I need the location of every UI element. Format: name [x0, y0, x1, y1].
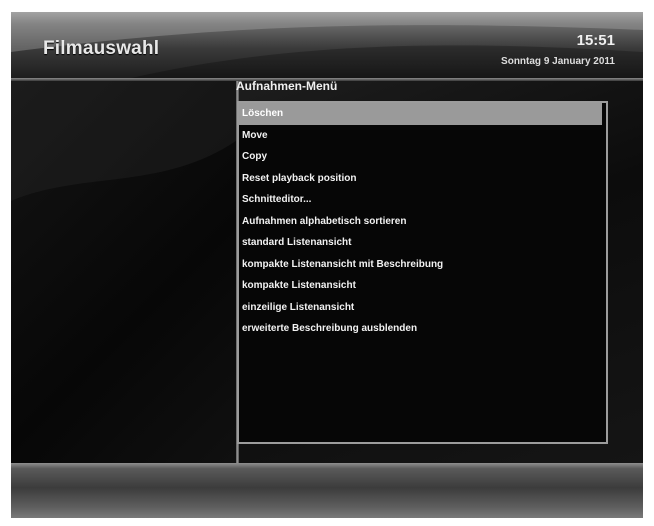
menu-item-standard-list-view[interactable]: standard Listenansicht	[239, 232, 602, 254]
clock-date: Sonntag 9 January 2011	[501, 56, 615, 67]
menu-item-reset-playback[interactable]: Reset playback position	[239, 168, 602, 190]
menu-item-copy[interactable]: Copy	[239, 146, 602, 168]
menu-item-hide-extended-description[interactable]: erweiterte Beschreibung ausblenden	[239, 318, 602, 340]
menu-title: Aufnahmen-Menü	[236, 79, 338, 93]
menu-item-single-line-view[interactable]: einzeilige Listenansicht	[239, 297, 602, 319]
preview-swoosh-decoration	[11, 81, 236, 201]
menu-item-move[interactable]: Move	[239, 125, 602, 147]
page-title: Filmauswahl	[43, 38, 160, 59]
menu-item-loeschen[interactable]: Löschen	[239, 103, 602, 125]
menu-item-compact-list-view[interactable]: kompakte Listenansicht	[239, 275, 602, 297]
menu-item-schnitteditor[interactable]: Schnitteditor...	[239, 189, 602, 211]
menu-item-sort-alphabetical[interactable]: Aufnahmen alphabetisch sortieren	[239, 211, 602, 233]
menu-list: Löschen Move Copy Reset playback positio…	[239, 103, 602, 340]
menu-item-compact-with-description[interactable]: kompakte Listenansicht mit Beschreibung	[239, 254, 602, 276]
footer-bar	[11, 463, 643, 518]
clock-time: 15:51	[576, 32, 615, 49]
